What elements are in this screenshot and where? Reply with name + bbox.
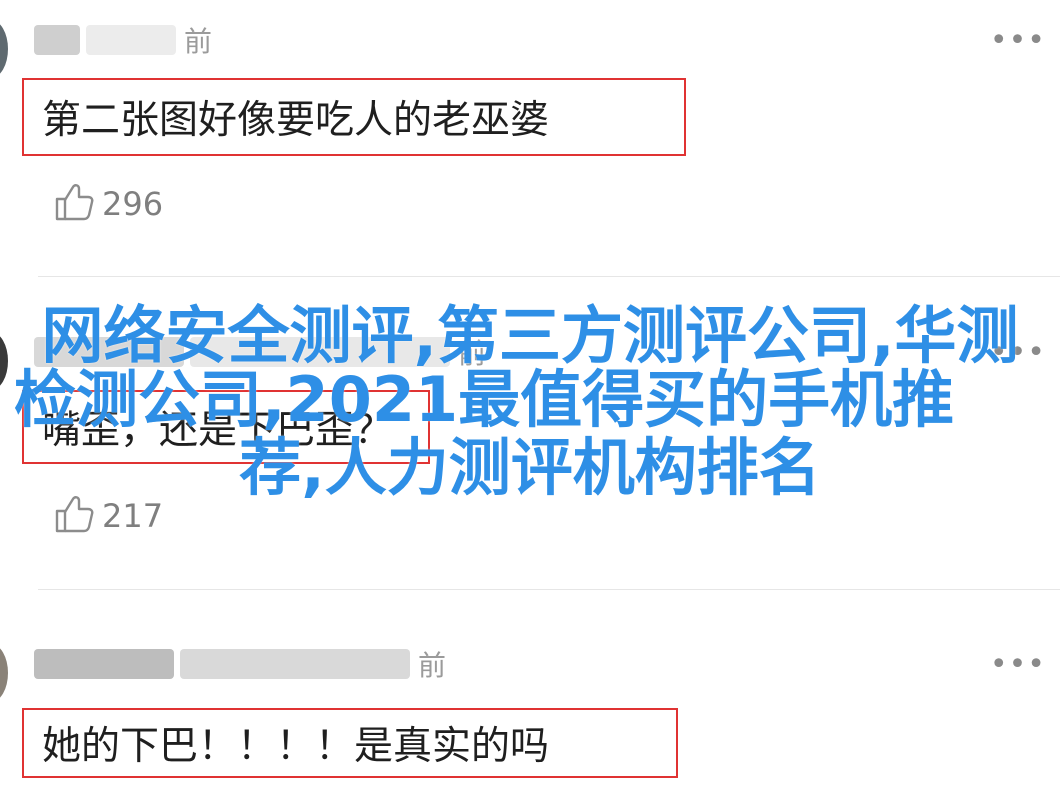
blurred-time bbox=[180, 649, 410, 679]
comment-text: 她的下巴！！！！是真实的吗 bbox=[42, 724, 550, 769]
like-count: 217 bbox=[102, 497, 164, 535]
more-dots-icon[interactable]: ••• bbox=[990, 26, 1046, 56]
more-dots-icon[interactable]: ••• bbox=[990, 650, 1046, 680]
overlay-title: 网络安全测评,第三方测评公司,华测 检测公司,2021最值得买的手机推 荐,人力… bbox=[0, 304, 1060, 500]
comment-text: 第二张图好像要吃人的老巫婆 bbox=[42, 98, 550, 143]
overlay-line-3: 荐,人力测评机构排名 bbox=[239, 431, 821, 504]
thumbs-up-icon bbox=[52, 180, 96, 228]
comment-meta: 前 bbox=[34, 18, 212, 62]
blurred-time bbox=[86, 25, 176, 55]
overlay-line-1: 网络安全测评,第三方测评公司,华测 bbox=[41, 299, 1019, 372]
like-count: 296 bbox=[102, 185, 164, 223]
comment-time: 前 bbox=[418, 649, 447, 682]
blurred-username bbox=[34, 25, 80, 55]
comment-text-highlight: 她的下巴！！！！是真实的吗 bbox=[22, 708, 678, 778]
divider bbox=[38, 276, 1060, 277]
comment-text-highlight: 第二张图好像要吃人的老巫婆 bbox=[22, 78, 686, 156]
avatar[interactable] bbox=[0, 644, 8, 702]
like-button[interactable]: 296 bbox=[52, 180, 163, 228]
comment-meta: 前 bbox=[34, 642, 446, 686]
comment-time: 前 bbox=[184, 25, 213, 58]
blurred-username bbox=[34, 649, 174, 679]
overlay-line-2: 检测公司,2021最值得买的手机推 bbox=[14, 363, 955, 436]
avatar[interactable] bbox=[0, 20, 8, 78]
divider bbox=[38, 589, 1060, 590]
